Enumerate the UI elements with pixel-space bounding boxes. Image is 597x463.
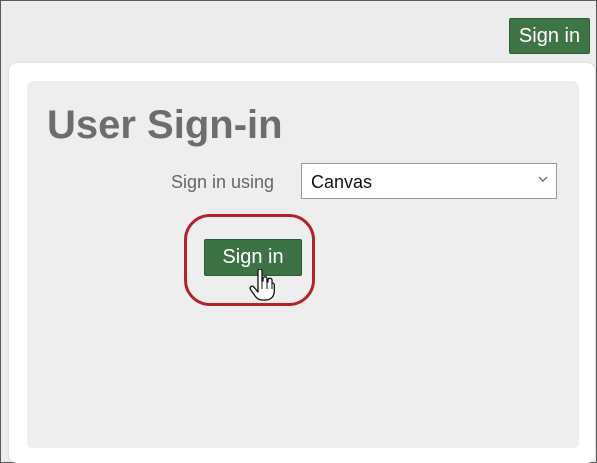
header-sign-in-button[interactable]: Sign in [509, 18, 590, 54]
sign-in-dialog: User Sign-in Sign in using Canvas Sign i… [9, 63, 595, 463]
sign-in-panel: User Sign-in Sign in using Canvas Sign i… [27, 81, 579, 448]
sign-in-using-label: Sign in using [171, 172, 275, 192]
provider-select[interactable]: Canvas [301, 163, 557, 199]
hand-cursor-icon [249, 269, 275, 301]
provider-selected-value: Canvas [311, 172, 373, 192]
chevron-down-icon [538, 176, 548, 182]
app-window: Sign in User Sign-in Sign in using Canva… [0, 0, 597, 463]
dialog-title: User Sign-in [47, 103, 283, 147]
top-bar: Sign in [1, 1, 596, 61]
